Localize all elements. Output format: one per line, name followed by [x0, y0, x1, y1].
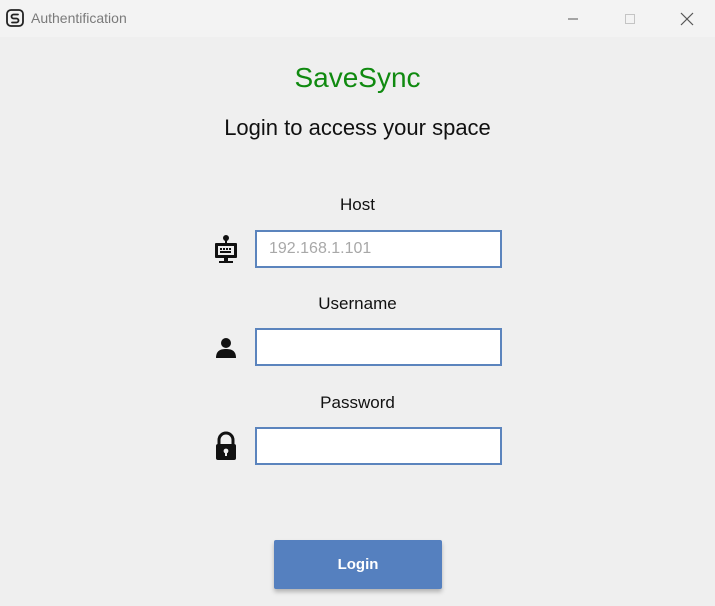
host-input[interactable]: [255, 230, 502, 268]
close-button[interactable]: [658, 0, 715, 37]
username-label: Username: [318, 294, 397, 313]
savesync-logo-icon: [6, 9, 24, 27]
window-title: Authentification: [31, 10, 127, 26]
host-label: Host: [340, 195, 375, 214]
minimize-button[interactable]: [544, 0, 602, 37]
minimize-icon: [568, 18, 578, 19]
maximize-icon: [625, 13, 635, 24]
title-bar: Authentification: [0, 0, 715, 37]
password-label: Password: [320, 393, 395, 412]
login-subtitle: Login to access your space: [224, 115, 491, 140]
app-brand-title: SaveSync: [294, 62, 421, 93]
lock-icon: [212, 430, 240, 462]
password-input[interactable]: [255, 427, 502, 465]
close-icon: [680, 12, 694, 25]
host-computer-icon: [212, 233, 240, 265]
user-icon: [212, 332, 240, 364]
maximize-button[interactable]: [601, 0, 659, 37]
login-button[interactable]: Login: [274, 540, 442, 589]
username-input[interactable]: [255, 328, 502, 366]
